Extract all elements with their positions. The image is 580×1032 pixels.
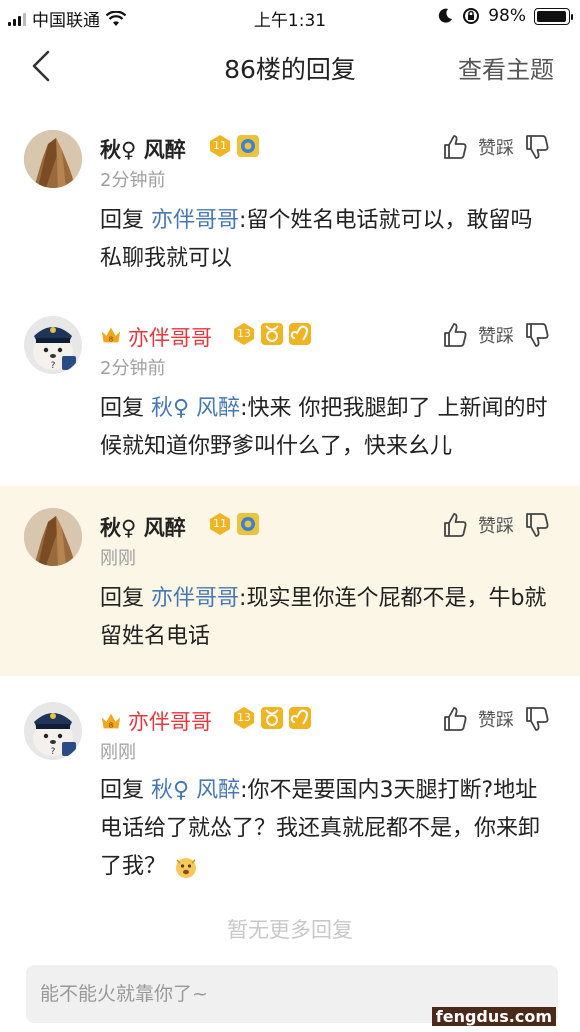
user-badges: 13	[232, 706, 312, 730]
avatar[interactable]	[24, 508, 82, 566]
thumb-up-icon[interactable]	[442, 706, 468, 732]
post-time: 刚刚	[100, 742, 136, 763]
emoji-icon	[176, 858, 197, 878]
leo-badge-icon	[288, 706, 312, 730]
vote-label[interactable]: 赞踩	[478, 512, 514, 538]
watermark: fengdus.com	[431, 1007, 556, 1026]
reply-text: 回复 秋♀ 风醉:快来 你把我腿卸了 上新闻的时候就知道你野爹叫什么了，快来幺儿	[100, 396, 548, 459]
sun-badge-icon	[236, 134, 260, 158]
user-badges: 11	[208, 512, 260, 536]
level-badge: 13	[232, 706, 256, 730]
thumb-down-icon[interactable]	[524, 512, 550, 538]
reply-item-highlighted: 秋♀ 风醉 11 刚刚 赞踩 回复 亦伴哥哥:现实里你连个屁都不是，牛b就留姓名…	[0, 486, 580, 676]
reply-item: 亦伴哥哥 13 2分钟前 赞踩 回复 秋♀ 风醉:快来 你把我腿卸了 上新闻的时…	[0, 292, 580, 482]
user-badges: 11	[208, 134, 260, 158]
level-badge: 11	[208, 134, 232, 158]
reply-item: 亦伴哥哥 13 刚刚 赞踩 回复 秋♀ 风醉:你不是要国内3天腿打断?地址电话给…	[0, 680, 580, 900]
mention-link[interactable]: 亦伴哥哥	[151, 586, 239, 611]
battery-icon	[534, 7, 573, 25]
thumb-down-icon[interactable]	[524, 134, 550, 160]
thumb-up-icon[interactable]	[442, 134, 468, 160]
reply-text: 回复 亦伴哥哥:现实里你连个屁都不是，牛b就留姓名电话	[100, 586, 547, 649]
reply-text: 回复 亦伴哥哥:留个姓名电话就可以，敢留吗私聊我就可以	[100, 208, 533, 271]
nav-bar: 86楼的回复 查看主题	[0, 36, 580, 96]
username[interactable]: 亦伴哥哥	[128, 706, 212, 736]
moon-icon	[439, 8, 453, 23]
no-more-replies: 暂无更多回复	[227, 918, 353, 942]
avatar[interactable]	[24, 130, 82, 188]
sun-badge-icon	[236, 512, 260, 536]
reply-text: 回复 秋♀ 风醉:你不是要国内3天腿打断?地址电话给了就怂了？我还真就屁都不是，…	[100, 778, 541, 879]
vote-actions: 赞踩	[442, 322, 550, 348]
mention-link[interactable]: 亦伴哥哥	[151, 208, 239, 233]
vote-actions: 赞踩	[442, 134, 550, 160]
status-bar: 中国联通 上午1:31 98%	[0, 0, 580, 36]
orientation-lock-icon	[463, 8, 480, 24]
vote-label[interactable]: 赞踩	[478, 134, 514, 160]
mention-link[interactable]: 秋♀ 风醉	[151, 396, 240, 421]
mention-link[interactable]: 秋♀ 风醉	[151, 778, 240, 803]
username[interactable]: 秋♀ 风醉	[100, 134, 186, 164]
post-time: 2分钟前	[100, 170, 166, 191]
vote-actions: 赞踩	[442, 706, 550, 732]
username[interactable]: 亦伴哥哥	[128, 322, 212, 352]
leo-badge-icon	[288, 322, 312, 346]
username[interactable]: 秋♀ 风醉	[100, 512, 186, 542]
status-right: 98%	[436, 6, 573, 26]
view-topic-button[interactable]: 查看主题	[458, 50, 554, 85]
thumb-up-icon[interactable]	[442, 322, 468, 348]
thumb-down-icon[interactable]	[524, 322, 550, 348]
vote-label[interactable]: 赞踩	[478, 322, 514, 348]
vote-actions: 赞踩	[442, 512, 550, 538]
post-time: 刚刚	[100, 548, 136, 569]
crown-badge-icon	[100, 324, 122, 346]
avatar[interactable]	[24, 316, 82, 374]
taurus-badge-icon	[260, 322, 284, 346]
avatar[interactable]	[24, 702, 82, 760]
level-badge: 13	[232, 322, 256, 346]
reply-item: 秋♀ 风醉 11 2分钟前 赞踩 回复 亦伴哥哥:留个姓名电话就可以，敢留吗私聊…	[0, 110, 580, 290]
post-time: 2分钟前	[100, 358, 166, 379]
crown-badge-icon	[100, 710, 122, 732]
thumb-down-icon[interactable]	[524, 706, 550, 732]
thumb-up-icon[interactable]	[442, 512, 468, 538]
level-badge: 11	[208, 512, 232, 536]
battery-percent: 98%	[488, 6, 526, 26]
taurus-badge-icon	[260, 706, 284, 730]
user-badges: 13	[232, 322, 312, 346]
vote-label[interactable]: 赞踩	[478, 706, 514, 732]
